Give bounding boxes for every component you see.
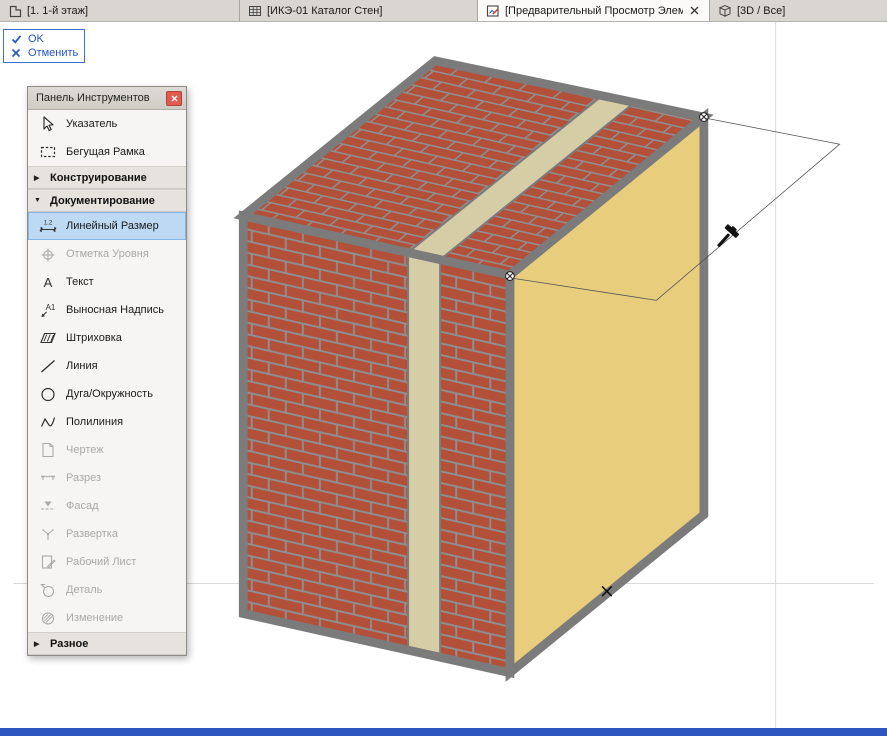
tool-text[interactable]: A Текст	[28, 268, 186, 296]
elevation-mark-icon	[38, 496, 58, 516]
section-mark-icon	[38, 468, 58, 488]
tool-drawing[interactable]: Чертеж	[28, 436, 186, 464]
tab-close-icon[interactable]	[688, 4, 701, 17]
tool-marquee[interactable]: Бегущая Рамка	[28, 138, 186, 166]
tool-pointer[interactable]: Указатель	[28, 110, 186, 138]
tab-label: [3D / Все]	[737, 4, 786, 17]
section-misc[interactable]: ▶ Разное	[28, 632, 186, 655]
tab-label: [Предварительный Просмотр Элем…	[505, 4, 683, 17]
tool-label: Чертеж	[66, 444, 104, 456]
tool-elevation[interactable]: Фасад	[28, 492, 186, 520]
callout-icon: A1	[38, 300, 58, 320]
floor-plan-icon	[8, 4, 22, 18]
toolbox-title-bar[interactable]: Панель Инструментов	[28, 87, 186, 110]
tool-label: Линия	[66, 360, 98, 372]
tool-label: Разрез	[66, 472, 102, 484]
expanded-arrow-icon: ▼	[34, 197, 41, 204]
tool-label: Выносная Надпись	[66, 304, 164, 316]
tab-floor-plan[interactable]: [1. 1-й этаж]	[0, 0, 240, 21]
check-icon	[11, 34, 22, 44]
svg-text:1.2: 1.2	[44, 220, 53, 227]
drawing-sheet-icon	[38, 440, 58, 460]
svg-text:A1: A1	[46, 303, 56, 312]
view-tab-bar: [1. 1-й этаж] [ИКЭ-01 Каталог Стен] [Пре…	[0, 0, 887, 22]
level-mark-icon	[38, 244, 58, 264]
tool-label: Полилиния	[66, 416, 124, 428]
section-label: Конструирование	[50, 171, 147, 184]
hatch-icon	[38, 328, 58, 348]
svg-text:A: A	[44, 275, 53, 290]
close-icon	[171, 95, 177, 101]
taskbar-strip	[0, 728, 887, 736]
confirm-box: OK Отменить	[3, 29, 85, 63]
tab-3d-all[interactable]: [3D / Все]	[710, 0, 887, 21]
tool-label: Дуга/Окружность	[66, 388, 153, 400]
ok-label: OK	[28, 33, 44, 45]
collapsed-arrow-icon: ▶	[34, 174, 40, 182]
tool-interior-elevation[interactable]: Развертка	[28, 520, 186, 548]
tool-line[interactable]: Линия	[28, 352, 186, 380]
linear-dimension-icon: 1.2	[38, 216, 58, 236]
change-mark-icon	[38, 608, 58, 628]
text-icon: A	[38, 272, 58, 292]
tab-element-preview[interactable]: [Предварительный Просмотр Элем…	[478, 0, 710, 21]
tool-level-mark[interactable]: Отметка Уровня	[28, 240, 186, 268]
tool-label: Фасад	[66, 500, 99, 512]
marquee-icon	[38, 142, 58, 162]
toolbox-close-button[interactable]	[166, 90, 182, 106]
cross-icon	[11, 48, 22, 58]
toolbox-title: Панель Инструментов	[36, 92, 150, 104]
section-label: Документирование	[50, 194, 155, 207]
tool-callout-label[interactable]: A1 Выносная Надпись	[28, 296, 186, 324]
ok-button[interactable]: OK	[4, 32, 84, 46]
tool-linear-dimension[interactable]: 1.2 Линейный Размер	[28, 212, 186, 240]
cancel-label: Отменить	[28, 47, 79, 59]
cancel-button[interactable]: Отменить	[4, 46, 84, 60]
vertex-grip-icon[interactable]	[505, 271, 515, 281]
tool-section[interactable]: Разрез	[28, 464, 186, 492]
tool-label: Отметка Уровня	[66, 248, 149, 260]
tool-label: Развертка	[66, 528, 118, 540]
tab-label: [ИКЭ-01 Каталог Стен]	[267, 4, 383, 17]
cube-3d-icon	[718, 4, 732, 18]
tool-detail[interactable]: Деталь	[28, 576, 186, 604]
element-preview-icon	[486, 4, 500, 18]
tab-wall-catalog[interactable]: [ИКЭ-01 Каталог Стен]	[240, 0, 478, 21]
section-documentation[interactable]: ▼ Документирование	[28, 189, 186, 212]
tool-label: Указатель	[66, 118, 118, 130]
tool-hatch[interactable]: Штриховка	[28, 324, 186, 352]
tool-label: Рабочий Лист	[66, 556, 137, 568]
tool-label: Изменение	[66, 612, 124, 624]
collapsed-arrow-icon: ▶	[34, 640, 40, 648]
line-icon	[38, 356, 58, 376]
tool-label: Бегущая Рамка	[66, 146, 145, 158]
tool-label: Линейный Размер	[66, 220, 159, 232]
tool-worksheet[interactable]: Рабочий Лист	[28, 548, 186, 576]
tool-arc-circle[interactable]: Дуга/Окружность	[28, 380, 186, 408]
pointer-arrow-icon	[38, 114, 58, 134]
tool-polyline[interactable]: Полилиния	[28, 408, 186, 436]
section-construction[interactable]: ▶ Конструирование	[28, 166, 186, 189]
tool-change[interactable]: Изменение	[28, 604, 186, 632]
circle-icon	[38, 384, 58, 404]
section-label: Разное	[50, 637, 89, 650]
polyline-icon	[38, 412, 58, 432]
tool-label: Деталь	[66, 584, 103, 596]
tab-label: [1. 1-й этаж]	[27, 4, 89, 17]
toolbox-panel: Панель Инструментов Указатель Бегущая Ра…	[27, 86, 187, 656]
hammer-cursor-icon	[717, 224, 740, 248]
tool-label: Текст	[66, 276, 94, 288]
interior-elevation-icon	[38, 524, 58, 544]
tool-label: Штриховка	[66, 332, 122, 344]
detail-mark-icon	[38, 580, 58, 600]
wall-element-3d[interactable]	[233, 56, 714, 682]
vertex-grip-icon[interactable]	[698, 112, 709, 122]
worksheet-icon	[38, 552, 58, 572]
schedule-grid-icon	[248, 4, 262, 18]
